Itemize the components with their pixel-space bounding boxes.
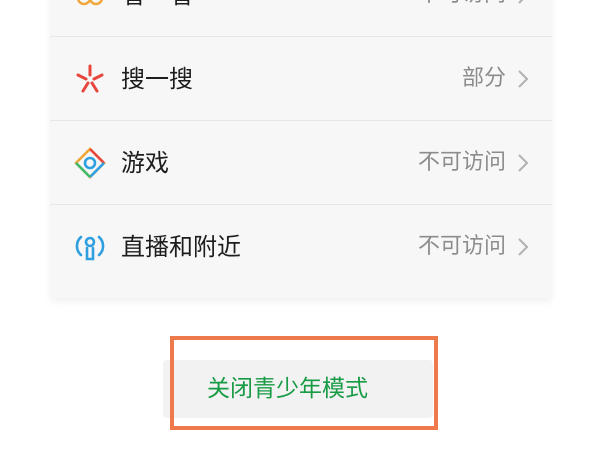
game-icon (74, 147, 106, 179)
settings-row-look[interactable]: 看一看 不可访问 (50, 0, 552, 37)
settings-row-value: 不可访问 (417, 234, 506, 259)
chevron-right-icon (516, 237, 530, 257)
settings-row-label: 看一看 (121, 0, 193, 13)
settings-row-search[interactable]: 搜一搜 部分 (50, 37, 552, 121)
settings-row-value: 不可访问 (418, 0, 506, 13)
chevron-right-icon (516, 69, 530, 89)
chevron-right-icon (516, 153, 530, 173)
look-icon (74, 0, 106, 11)
settings-row-label: 搜一搜 (121, 65, 193, 93)
settings-row-live-nearby[interactable]: 直播和附近 不可访问 (50, 205, 552, 289)
search-star-icon (74, 63, 106, 95)
settings-row-game[interactable]: 游戏 不可访问 (50, 121, 552, 205)
settings-row-label: 游戏 (121, 149, 169, 177)
settings-row-value: 部分 (461, 66, 506, 91)
chevron-right-icon (516, 0, 530, 5)
live-nearby-icon (74, 231, 106, 263)
settings-row-label: 直播和附近 (121, 233, 241, 261)
highlight-annotation-box (170, 336, 438, 430)
settings-row-value: 不可访问 (417, 150, 506, 175)
settings-list: 看一看 不可访问 搜一搜 部分 (50, 0, 552, 298)
